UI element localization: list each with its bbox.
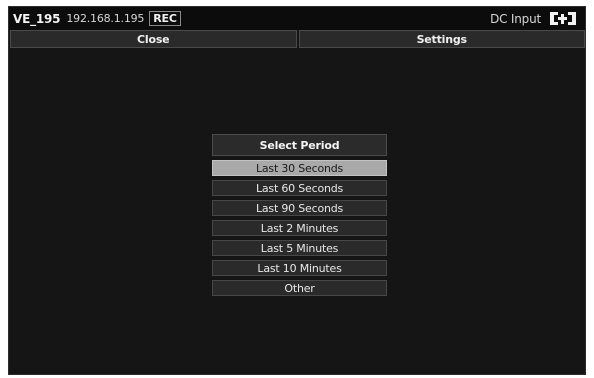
device-name: VE_195 — [13, 11, 61, 26]
toolbar: Close Settings — [10, 30, 585, 48]
close-button[interactable]: Close — [10, 30, 297, 48]
period-menu-header[interactable]: Select Period — [212, 134, 387, 156]
period-option-last-5-minutes[interactable]: Last 5 Minutes — [212, 240, 387, 256]
period-option-last-10-minutes[interactable]: Last 10 Minutes — [212, 260, 387, 276]
rec-badge: REC — [149, 11, 181, 26]
period-option-last-60-seconds[interactable]: Last 60 Seconds — [212, 180, 387, 196]
title-bar: VE_195 192.168.1.195 REC DC Input — [9, 7, 585, 30]
period-option-last-90-seconds[interactable]: Last 90 Seconds — [212, 200, 387, 216]
period-menu: Select Period Last 30 Seconds Last 60 Se… — [212, 134, 387, 300]
power-source-label: DC Input — [490, 11, 541, 26]
app-window: VE_195 192.168.1.195 REC DC Input Close … — [8, 6, 586, 375]
settings-button[interactable]: Settings — [298, 30, 585, 48]
period-option-last-2-minutes[interactable]: Last 2 Minutes — [212, 220, 387, 236]
ip-address: 192.168.1.195 — [66, 12, 145, 25]
dc-plug-icon — [550, 12, 576, 25]
period-option-last-30-seconds[interactable]: Last 30 Seconds — [212, 160, 387, 176]
period-option-other[interactable]: Other — [212, 280, 387, 296]
